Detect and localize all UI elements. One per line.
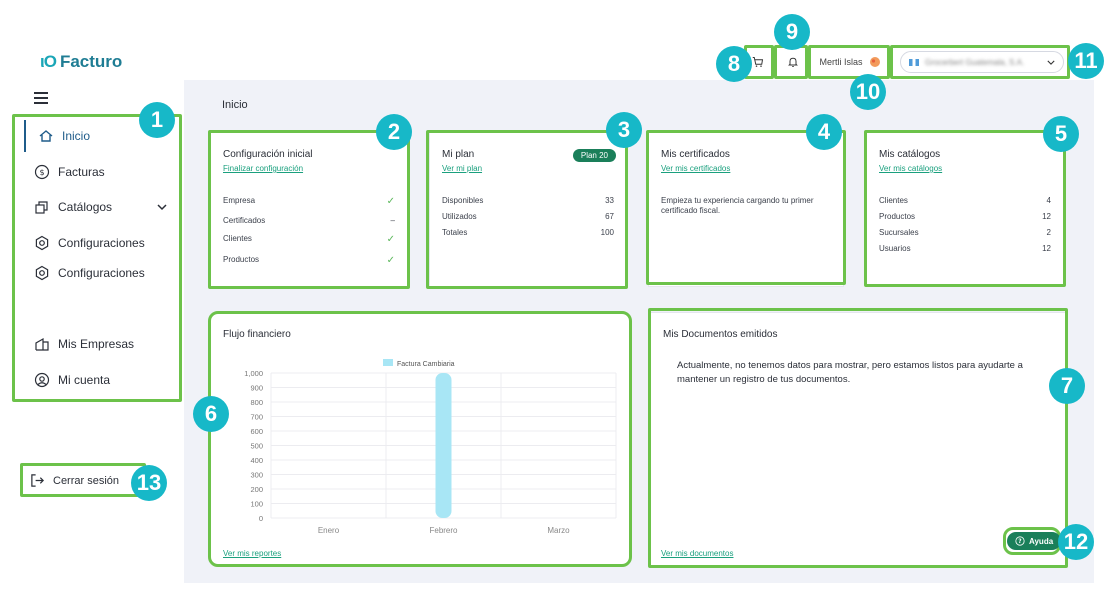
annotation-badge: 2 [376, 114, 412, 150]
highlight-company-select [890, 45, 1070, 79]
highlight-card-certificates [646, 130, 846, 285]
annotation-badge: 8 [716, 46, 752, 82]
annotation-badge: 6 [193, 396, 229, 432]
annotation-badge: 5 [1043, 116, 1079, 152]
brand-name: Facturo [59, 52, 123, 71]
annotation-badge: 3 [606, 112, 642, 148]
help-label: Ayuda [1029, 536, 1054, 546]
help-icon: ? [1015, 536, 1025, 546]
highlight-user-menu [808, 45, 890, 79]
highlight-card-financial-flow [208, 311, 632, 567]
highlight-card-plan [426, 130, 628, 289]
brand-mark: ιO [40, 52, 57, 71]
annotation-badge: 4 [806, 114, 842, 150]
help-button[interactable]: ? Ayuda [1007, 532, 1062, 550]
brand-logo: ιO Facturo [40, 52, 122, 72]
annotation-badge: 1 [139, 102, 175, 138]
annotation-badge: 9 [774, 14, 810, 50]
annotation-badge: 12 [1058, 524, 1094, 560]
annotation-badge: 11 [1068, 43, 1104, 79]
highlight-card-catalogs [864, 130, 1066, 287]
highlight-card-config [208, 130, 410, 289]
svg-text:?: ? [1018, 539, 1021, 545]
menu-toggle-icon[interactable] [34, 92, 48, 104]
page-title: Inicio [222, 99, 248, 111]
annotation-badge: 10 [850, 74, 886, 110]
annotation-badge: 13 [131, 465, 167, 501]
highlight-logout [20, 463, 146, 497]
highlight-notifications [774, 45, 808, 79]
highlight-sidebar [12, 114, 182, 402]
annotation-badge: 7 [1049, 368, 1085, 404]
